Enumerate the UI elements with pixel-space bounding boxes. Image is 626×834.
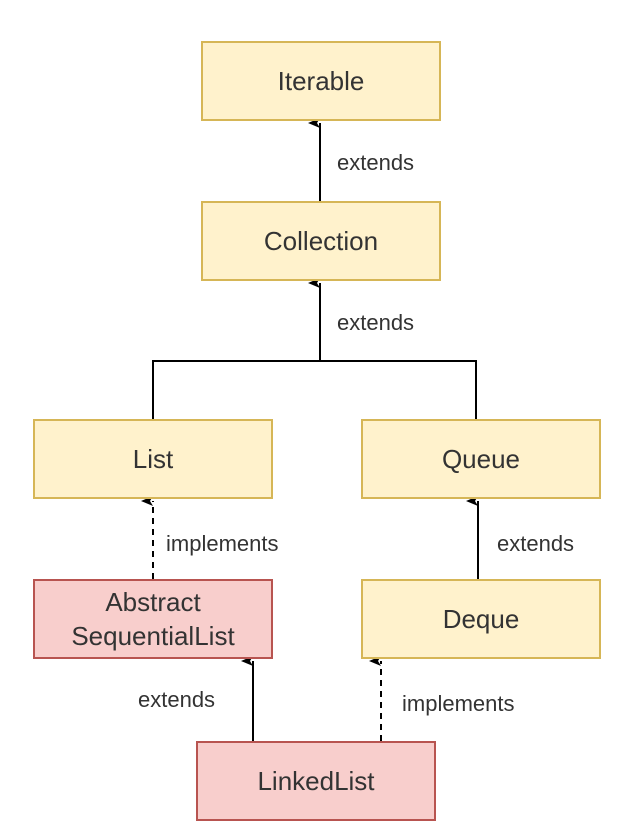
- label-list-queue-collection: extends: [337, 310, 415, 335]
- node-linked-list: LinkedList: [196, 741, 436, 821]
- node-deque: Deque: [361, 579, 601, 659]
- node-collection: Collection: [201, 201, 441, 281]
- label-linkedlist-abstract: extends: [138, 687, 216, 712]
- node-abstract-sequential-list: Abstract SequentialList: [33, 579, 273, 659]
- node-list: List: [33, 419, 273, 499]
- label-abstract-list: implements: [166, 531, 279, 556]
- label-collection-iterable: extends: [337, 150, 415, 175]
- edges-layer: [141, 118, 479, 741]
- node-iterable: Iterable: [201, 41, 441, 121]
- node-queue: Queue: [361, 419, 601, 499]
- label-linkedlist-deque: implements: [402, 691, 515, 716]
- edge-list-queue-to-collection: [152, 360, 477, 419]
- label-deque-queue: extends: [497, 531, 575, 556]
